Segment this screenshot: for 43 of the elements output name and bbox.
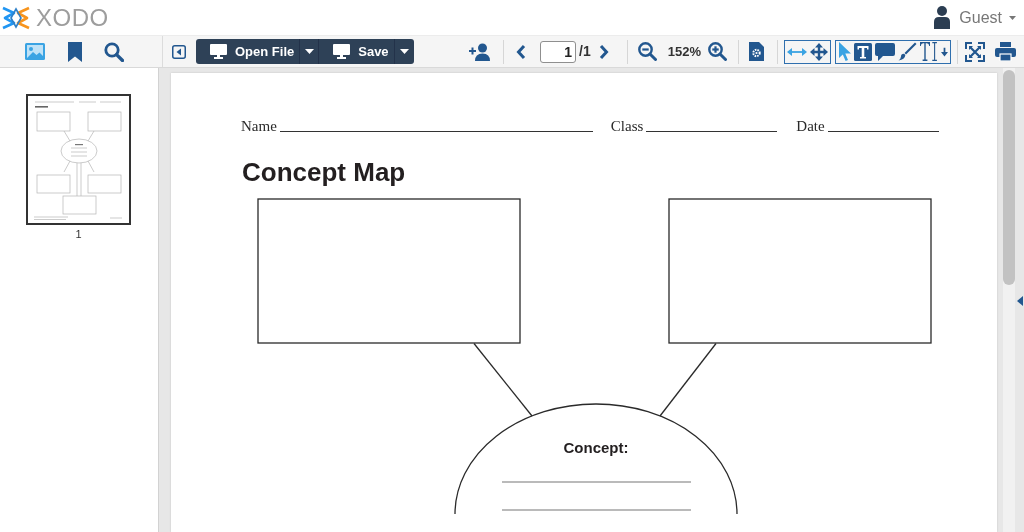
logo-icon [1,4,31,31]
brush-icon[interactable] [898,42,917,61]
file-button[interactable]: Open File [196,39,300,64]
page-input[interactable]: 1 [540,40,577,63]
boxed-caret-icon[interactable] [172,44,186,59]
file-button[interactable]: Save [319,39,394,64]
caret-icon [304,49,314,54]
caret-icon [399,49,409,54]
zoom-level: 152% [667,42,701,61]
page-total: /1 [579,42,591,61]
fullscreen-icon[interactable] [965,41,985,62]
monitor-icon [333,44,351,59]
user-icon [934,6,951,29]
logo-text: XODO [36,5,109,30]
print-icon[interactable] [995,42,1016,61]
document-title: Concept Map [242,156,407,188]
caret-icon[interactable] [1017,296,1023,306]
field-label: Date [796,117,825,136]
dropdown-button[interactable] [299,39,320,64]
thumbnail-label: 1 [74,228,83,240]
field-label: Name [241,117,277,136]
text-cursor-icon[interactable] [920,42,940,61]
add-user-icon[interactable] [469,42,491,61]
chevron-left-icon[interactable] [516,43,527,60]
chevron-right-icon[interactable] [598,43,609,60]
user-menu[interactable]: Guest [934,6,1016,29]
field-label: Class [610,117,644,136]
search-icon[interactable] [104,41,124,62]
speech-bubble-icon[interactable] [875,42,895,61]
document-gear-icon[interactable] [749,42,764,61]
zoom-out-icon[interactable] [637,42,657,61]
monitor-icon [210,44,227,59]
dropdown-button[interactable] [393,39,414,64]
caret-icon [1009,15,1016,20]
scrollbar-thumb[interactable] [1003,70,1015,285]
scrollbar[interactable] [1003,68,1015,532]
page-thumbnail-drawing[interactable] [26,94,131,225]
down-arrow-icon[interactable] [941,46,948,57]
zoom-in-icon[interactable] [708,42,727,61]
concept-label: Concept: [563,439,629,456]
move-arrows-icon[interactable] [810,42,828,61]
bookmark-icon[interactable] [68,41,82,62]
text-box-icon[interactable] [854,42,872,61]
